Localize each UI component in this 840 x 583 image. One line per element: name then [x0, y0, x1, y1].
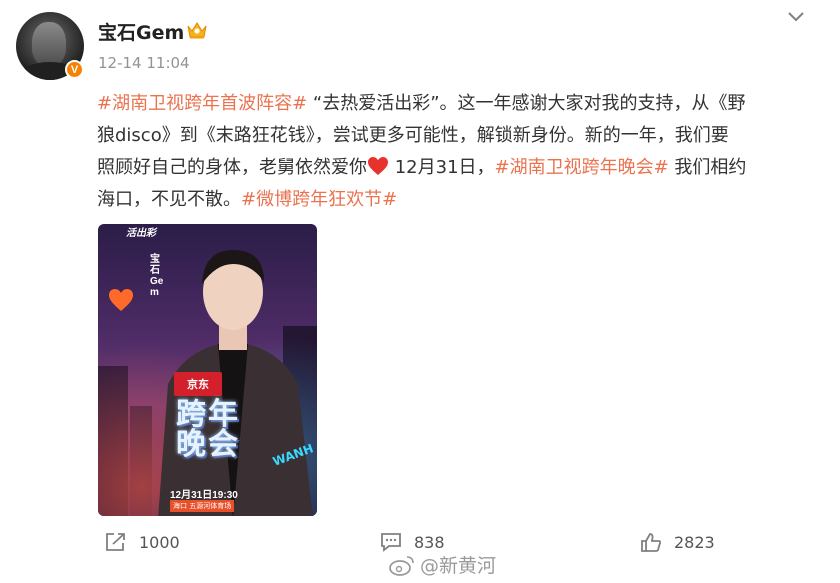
hashtag-weibo-festival[interactable]: #微博跨年狂欢节#: [241, 189, 397, 210]
content-text: 海口，不见不散。: [97, 189, 241, 210]
post-content: #湖南卫视跨年首波阵容# “去热爱活出彩”。这一年感谢大家对我的支持，从《野 狼…: [97, 88, 812, 216]
content-line-3: 照顾好自己的身体，老舅依然爱你 12月31日，#湖南卫视跨年晚会# 我们相约: [97, 152, 812, 184]
verified-badge: V: [65, 60, 84, 79]
chevron-down-icon[interactable]: [786, 10, 806, 24]
crown-icon: [187, 22, 207, 39]
poster-venue: 海口 五源河体育场: [170, 500, 235, 512]
content-line-4: 海口，不见不散。#微博跨年狂欢节#: [97, 184, 812, 216]
poster-date: 12月31日19:30: [170, 490, 238, 501]
weibo-logo-icon: [389, 555, 414, 576]
username[interactable]: 宝石Gem: [98, 18, 184, 45]
content-text: 12月31日，: [389, 157, 495, 178]
like-count: 2823: [674, 532, 715, 552]
content-line-1: #湖南卫视跨年首波阵容# “去热爱活出彩”。这一年感谢大家对我的支持，从《野: [97, 88, 812, 120]
repost-icon: [106, 533, 125, 551]
repost-count: 1000: [139, 532, 180, 552]
watermark: @新黄河: [388, 551, 496, 578]
post-image[interactable]: 活出彩 宝石Gem 京东 跨年晚会 WANH 12月31日19:30 海口 五源…: [98, 224, 317, 516]
poster-show-title: 跨年晚会: [176, 397, 240, 462]
avatar-face: [32, 22, 66, 66]
content-text: “去热爱活出彩”。这一年感谢大家对我的支持，从《野: [307, 93, 746, 114]
comment-icon: [381, 533, 401, 552]
poster-top-logo: 活出彩: [126, 228, 156, 239]
like-button[interactable]: 2823: [640, 532, 715, 552]
content-text: 我们相约: [668, 157, 747, 178]
like-icon: [641, 533, 662, 552]
weibo-post-card: V 宝石Gem 12-14 11:04 #湖南卫视跨年首波阵容# “去热爱活出彩…: [0, 0, 840, 583]
watermark-text: @新黄河: [420, 555, 497, 577]
comment-count: 838: [414, 532, 445, 552]
comment-button[interactable]: 838: [380, 532, 445, 552]
heart-balloon-icon: [109, 289, 133, 311]
content-text: 狼disco》到《末路狂花钱》，尝试更多可能性，解锁新身份。新的一年，我们要: [97, 125, 729, 146]
repost-button[interactable]: 1000: [105, 532, 180, 552]
poster-vertical-name: 宝石Gem: [150, 254, 164, 298]
content-text: 照顾好自己的身体，老舅依然爱你: [97, 157, 367, 178]
content-line-2: 狼disco》到《末路狂花钱》，尝试更多可能性，解锁新身份。新的一年，我们要: [97, 120, 812, 152]
heart-emoji-icon: [368, 157, 388, 175]
post-timestamp[interactable]: 12-14 11:04: [98, 54, 190, 72]
hashtag-hunan-gala[interactable]: #湖南卫视跨年晚会#: [495, 157, 669, 178]
hashtag-hunan-lineup[interactable]: #湖南卫视跨年首波阵容#: [97, 93, 307, 114]
poster-sponsor-logo: 京东: [174, 372, 222, 396]
